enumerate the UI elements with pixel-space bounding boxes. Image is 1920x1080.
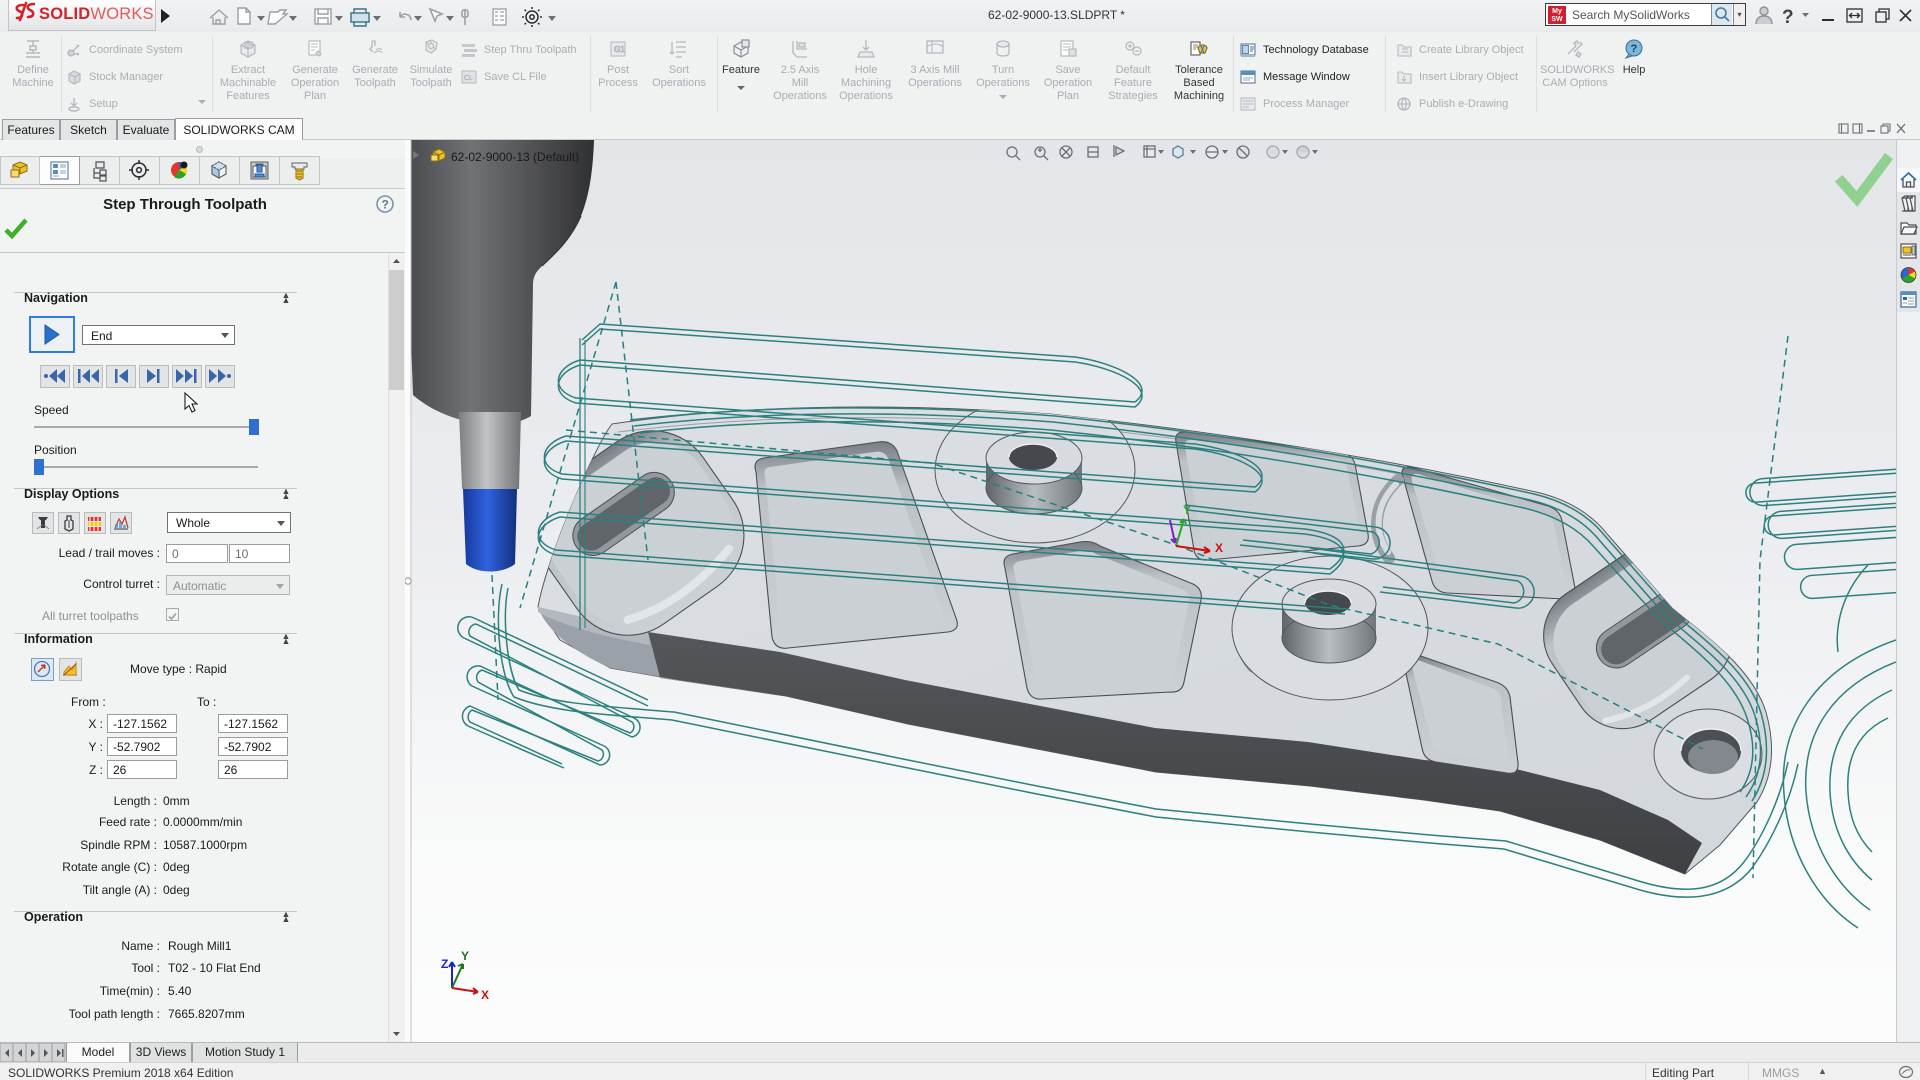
svg-text:Y: Y [461,949,469,963]
svg-text:Z: Z [441,957,448,971]
svg-text:?: ? [382,198,389,212]
svg-text:X: X [1215,541,1223,555]
svg-text:CL: CL [464,75,473,82]
svg-text:SOLIDWORKS: SOLIDWORKS [39,5,154,23]
svg-text:Y: Y [1183,503,1191,517]
svg-text:G1: G1 [614,45,625,54]
svg-text:?: ? [1631,43,1638,55]
svg-text:X: X [481,988,489,1002]
svg-text:?: ? [1782,7,1794,28]
svg-text:62-02-9000-13 (Default): 62-02-9000-13 (Default) [451,150,579,164]
